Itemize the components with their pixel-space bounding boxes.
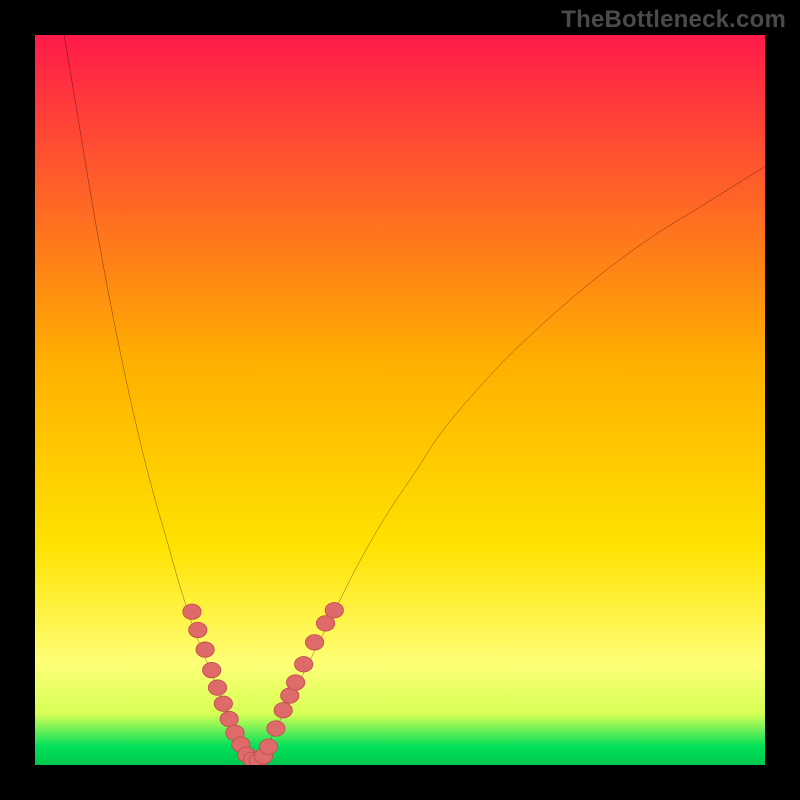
watermark-text: TheBottleneck.com	[561, 6, 786, 34]
data-marker	[267, 721, 285, 736]
data-marker	[189, 622, 207, 637]
data-marker	[274, 703, 292, 718]
data-marker	[286, 675, 304, 690]
data-marker	[305, 635, 323, 650]
gradient-background	[35, 35, 765, 765]
data-marker	[183, 604, 201, 619]
data-marker	[295, 657, 313, 672]
chart-frame: TheBottleneck.com	[0, 0, 800, 800]
bottleneck-curve-plot	[35, 35, 765, 765]
data-marker	[196, 642, 214, 657]
data-marker	[203, 662, 221, 677]
data-marker	[259, 739, 277, 754]
data-marker	[214, 696, 232, 711]
data-marker	[220, 711, 238, 726]
data-marker	[208, 680, 226, 695]
data-marker	[325, 603, 343, 618]
